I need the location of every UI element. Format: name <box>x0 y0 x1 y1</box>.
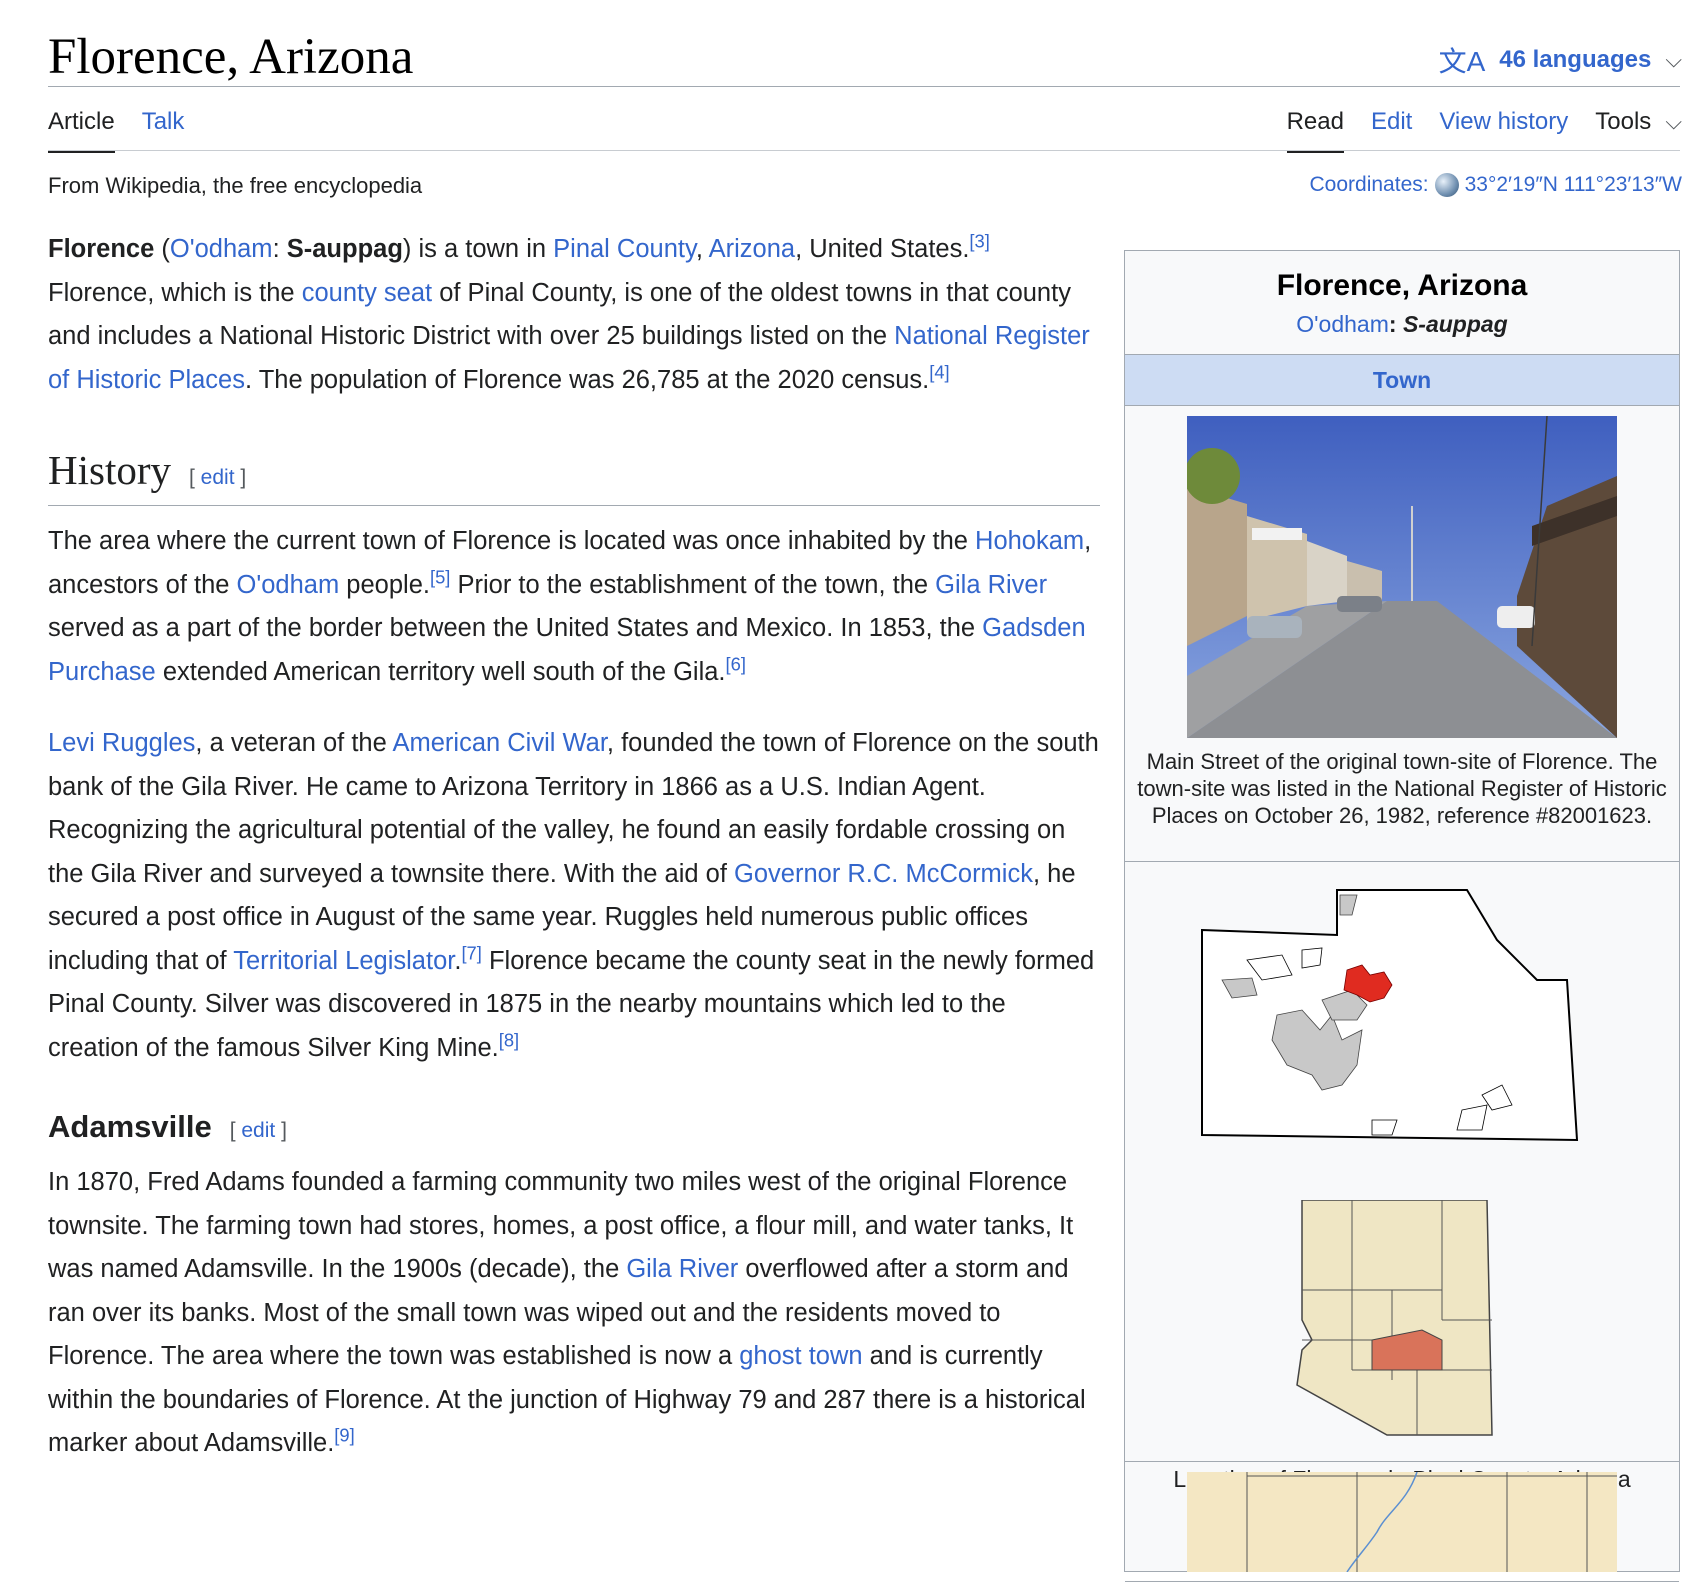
link-oodham[interactable]: O'odham <box>170 235 273 263</box>
united-states-locator-map[interactable] <box>1187 1472 1617 1572</box>
text: , <box>695 235 709 263</box>
link-ghost-town[interactable]: ghost town <box>739 1342 862 1370</box>
languages-button[interactable]: 文A 46 languages ⌵ <box>1439 40 1682 80</box>
link-county-seat[interactable]: county seat <box>302 279 432 307</box>
edit-section-adamsville[interactable]: [ edit ] <box>230 1119 287 1142</box>
page-title: Florence, Arizona <box>48 29 414 85</box>
edit-link[interactable]: edit <box>241 1119 275 1142</box>
text: . The population of Florence was 26,785 … <box>244 365 930 394</box>
infobox-header: Florence, Arizona O'odham: S-auppag <box>1125 251 1679 355</box>
link-levi-ruggles[interactable]: Levi Ruggles <box>48 729 195 757</box>
text: , United States. <box>795 235 970 263</box>
link-hohokam[interactable]: Hohokam <box>975 527 1084 555</box>
infobox-title: Florence, Arizona <box>1276 269 1528 302</box>
text: ( <box>154 235 170 263</box>
adamsville-paragraph: In 1870, Fred Adams founded a farming co… <box>48 1161 1100 1466</box>
text: people. <box>339 570 430 599</box>
intro-paragraph: Florence (O'odham: S-auppag) is a town i… <box>48 228 1100 402</box>
link-territorial-legislator[interactable]: Territorial Legislator <box>233 947 454 975</box>
ref-3[interactable]: [3] <box>969 231 989 252</box>
tab-edit[interactable]: Edit <box>1371 108 1412 150</box>
tab-talk[interactable]: Talk <box>142 108 185 150</box>
infobox-us-map <box>1125 1462 1679 1582</box>
infobox: Florence, Arizona O'odham: S-auppag Town <box>1124 250 1680 1582</box>
arizona-locator-map[interactable] <box>1292 1200 1512 1440</box>
translate-icon: 文A <box>1438 46 1486 77</box>
native-name: S-auppag <box>286 235 403 263</box>
coordinates-label[interactable]: Coordinates: <box>1310 173 1429 197</box>
pinal-county-locator-map[interactable] <box>1192 880 1612 1170</box>
ref-5[interactable]: [5] <box>430 566 450 587</box>
infobox-native-name: O'odham: S-auppag <box>1125 311 1679 338</box>
heading-text: Adamsville <box>48 1109 212 1145</box>
history-paragraph-1: The area where the current town of Flore… <box>48 520 1100 694</box>
tools-menu[interactable]: Tools ⌵ <box>1595 108 1682 150</box>
history-paragraph-2: Levi Ruggles, a veteran of the American … <box>48 722 1100 1070</box>
coordinates-value[interactable]: 33°2′19″N 111°23′13″W <box>1465 173 1682 197</box>
text: served as a part of the border between t… <box>48 614 983 643</box>
chevron-down-icon: ⌵ <box>1665 47 1682 72</box>
chevron-down-icon: ⌵ <box>1665 109 1682 134</box>
tagline: From Wikipedia, the free encyclopedia <box>48 173 423 198</box>
ref-6[interactable]: [6] <box>726 653 746 674</box>
tab-view-history[interactable]: View history <box>1439 108 1568 150</box>
text: : <box>272 235 287 263</box>
infobox-photo: Main Street of the original town-site of… <box>1125 406 1679 862</box>
ref-4[interactable]: [4] <box>929 361 949 382</box>
text: : <box>1388 311 1403 337</box>
article-body: Florence (O'odham: S-auppag) is a town i… <box>48 228 1100 1494</box>
link-arizona[interactable]: Arizona <box>709 235 795 263</box>
ref-9[interactable]: [9] <box>334 1425 354 1446</box>
section-heading-adamsville: Adamsville [ edit ] <box>48 1108 1100 1145</box>
text: ) is a town in <box>402 235 554 263</box>
tab-article[interactable]: Article <box>48 108 115 153</box>
main-street-photo[interactable] <box>1187 416 1617 738</box>
link-oodham[interactable]: O'odham <box>1296 311 1389 337</box>
languages-label: 46 languages <box>1499 46 1652 73</box>
text: Prior to the establishment of the town, … <box>450 570 936 599</box>
view-tabs: Read Edit View history Tools ⌵ <box>1286 108 1682 153</box>
link-gila-river[interactable]: Gila River <box>626 1255 738 1283</box>
text: The area where the current town of Flore… <box>48 527 976 556</box>
coordinates: Coordinates: 33°2′19″N 111°23′13″W <box>1310 173 1682 197</box>
tools-label: Tools <box>1595 108 1652 135</box>
heading-text: History <box>48 447 171 493</box>
native-name: S-auppag <box>1402 311 1508 337</box>
edit-link[interactable]: edit <box>201 466 235 489</box>
ref-7[interactable]: [7] <box>461 942 481 963</box>
edit-section-history[interactable]: [ edit ] <box>189 466 246 489</box>
namespace-tabs: Article Talk <box>48 108 185 153</box>
photo-caption: Main Street of the original town-site of… <box>1137 749 1667 828</box>
subject-name: Florence <box>48 235 155 263</box>
title-divider <box>48 86 1680 87</box>
link-gila-river[interactable]: Gila River <box>935 571 1047 599</box>
tab-read[interactable]: Read <box>1286 108 1345 153</box>
infobox-type[interactable]: Town <box>1125 355 1679 406</box>
link-pinal-county[interactable]: Pinal County <box>553 235 696 263</box>
link-governor-mccormick[interactable]: Governor R.C. McCormick <box>734 860 1033 888</box>
ref-8[interactable]: [8] <box>499 1029 519 1050</box>
link-oodham[interactable]: O'odham <box>237 571 340 599</box>
text: Florence, which is the <box>48 278 302 307</box>
section-heading-history: History [ edit ] <box>48 446 1100 507</box>
tabs-divider <box>48 150 1680 151</box>
link-american-civil-war[interactable]: American Civil War <box>392 729 606 757</box>
infobox-maps: Location of Florence in Pinal County, Ar… <box>1125 862 1679 1492</box>
text: extended American territory well south o… <box>155 657 726 686</box>
globe-icon[interactable] <box>1434 173 1459 197</box>
text: , a veteran of the <box>195 729 393 758</box>
